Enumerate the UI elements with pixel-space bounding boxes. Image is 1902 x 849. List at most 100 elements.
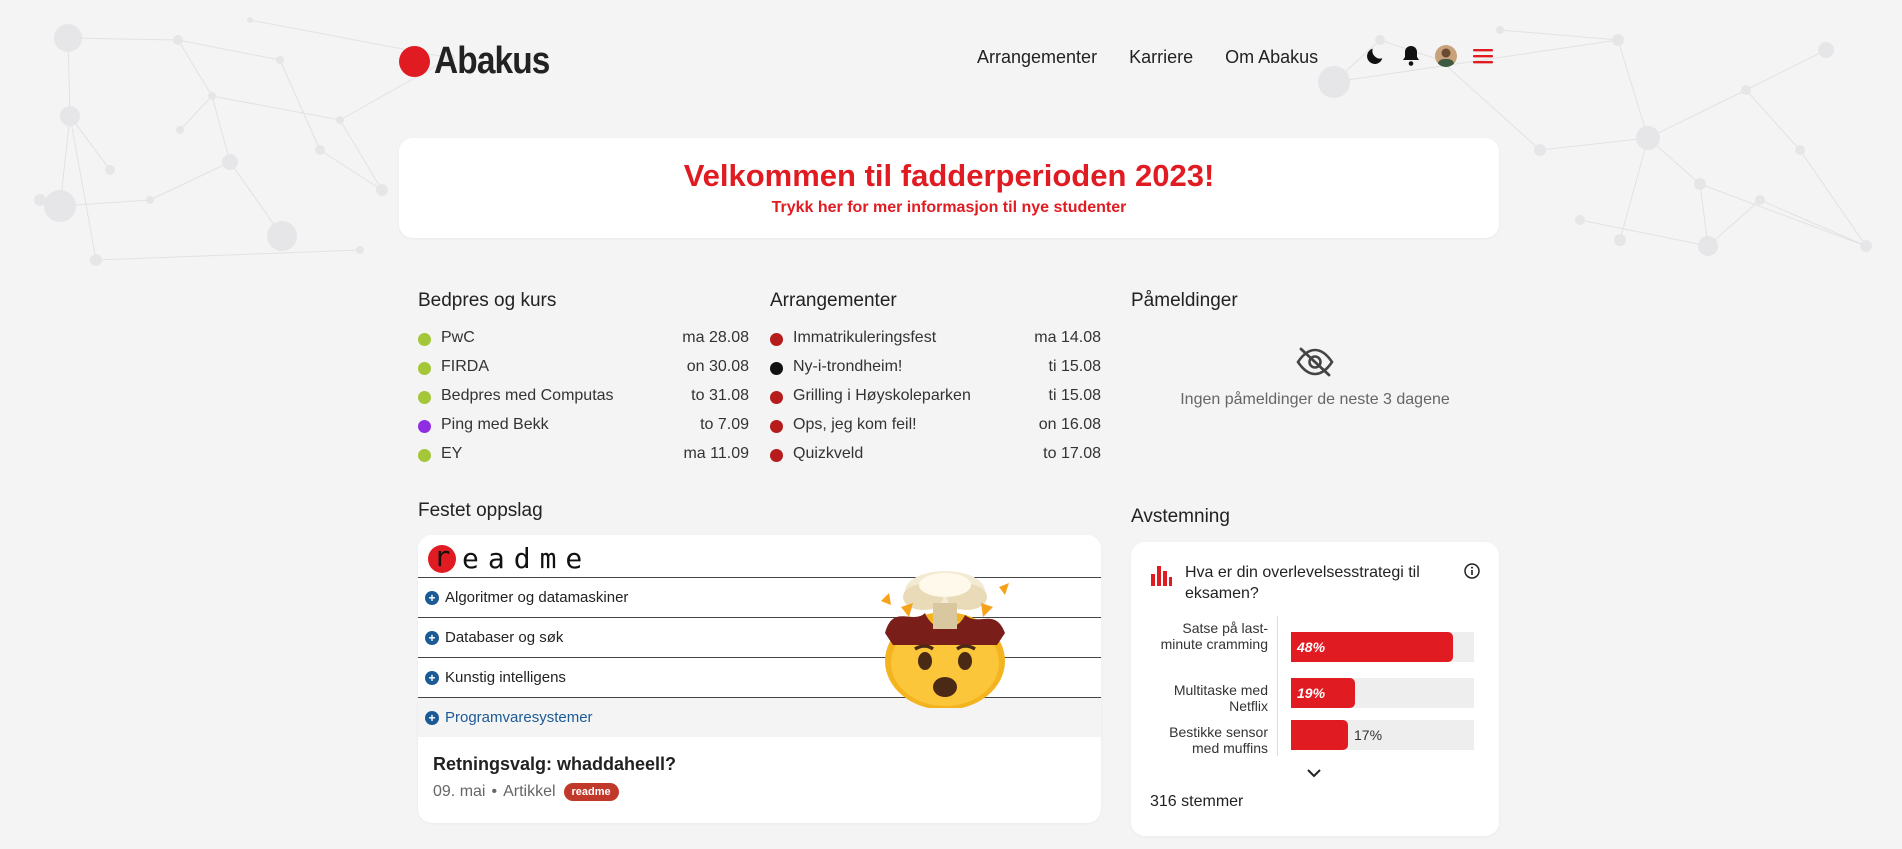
course-label: Kunstig intelligens [445, 669, 566, 686]
plus-circle-icon: + [425, 630, 439, 645]
pinned-section-title: Festet oppslag [418, 500, 543, 521]
registrations-empty-text: Ingen påmeldinger de neste 3 dagene [1180, 391, 1450, 408]
article-type: Artikkel [503, 783, 556, 800]
poll-votes-number: 316 [1150, 793, 1177, 810]
event-title: Grilling i Høyskoleparken [793, 387, 971, 404]
poll-divider [1277, 616, 1278, 756]
header-icons [1363, 44, 1507, 68]
event-date: on 30.08 [686, 358, 749, 375]
readme-logo: r eadme [428, 542, 591, 575]
event-item[interactable]: Ping med Bekk to 7.09 [418, 416, 749, 445]
poll-option-label: Satse på last-minute cramming [1160, 620, 1268, 652]
readme-logo-letter: r [428, 542, 456, 573]
nav-karriere[interactable]: Karriere [1129, 47, 1193, 68]
event-item[interactable]: PwC ma 28.08 [418, 329, 749, 358]
banner-title: Velkommen til fadderperioden 2023! [683, 158, 1215, 193]
plus-circle-icon: + [425, 670, 439, 685]
event-date: ma 11.09 [683, 445, 749, 462]
event-title: PwC [441, 329, 475, 346]
event-title: Immatrikuleringsfest [793, 329, 937, 346]
poll-vote-count: 316 stemmer [1150, 793, 1243, 811]
eye-off-icon [1296, 347, 1334, 377]
article-tag[interactable]: readme [563, 783, 619, 801]
poll-option-track: 17% [1291, 720, 1474, 750]
article-cover-image: r eadme + Algoritmer og datamaskiner + D… [418, 535, 1101, 737]
avatar[interactable] [1435, 45, 1457, 67]
event-type-dot [770, 449, 783, 462]
event-date: ti 15.08 [1048, 358, 1101, 375]
event-item[interactable]: Ny-i-trondheim! ti 15.08 [770, 358, 1101, 387]
pinned-article-card[interactable]: r eadme + Algoritmer og datamaskiner + D… [418, 535, 1101, 823]
poll-option-track: 48% [1291, 632, 1474, 662]
event-date: to 7.09 [700, 416, 749, 433]
article-meta: 09. mai • Artikkel readme [433, 783, 619, 801]
nav-arrangementer[interactable]: Arrangementer [977, 47, 1097, 68]
welcome-banner[interactable]: Velkommen til fadderperioden 2023! Trykk… [399, 138, 1499, 238]
menu-icon[interactable] [1471, 44, 1495, 68]
abakus-logo[interactable]: Abakus [399, 42, 565, 80]
poll-option-percent: 17% [1354, 727, 1383, 743]
event-item[interactable]: Quizkveld to 17.08 [770, 445, 1101, 474]
event-title: FIRDA [441, 358, 489, 375]
course-label: Programvaresystemer [445, 709, 593, 726]
bell-icon[interactable] [1399, 44, 1423, 68]
event-title: Ops, jeg kom feil! [793, 416, 917, 433]
bedpres-list: PwC ma 28.08 FIRDA on 30.08 Bedpres med Comp… [418, 329, 749, 474]
event-date: to 31.08 [691, 387, 749, 404]
info-icon[interactable] [1464, 563, 1480, 579]
article-date: 09. mai [433, 783, 486, 800]
bedpres-title: Bedpres og kurs [418, 290, 557, 311]
event-type-dot [418, 391, 431, 404]
poll-option-percent: 19% [1297, 685, 1326, 701]
event-date: ti 15.08 [1048, 387, 1101, 404]
events-title: Arrangementer [770, 290, 897, 311]
event-title: EY [441, 445, 463, 462]
event-title: Bedpres med Computas [441, 387, 614, 404]
event-type-dot [770, 420, 783, 433]
event-title: Ny-i-trondheim! [793, 358, 903, 375]
bar-chart-icon [1151, 566, 1172, 586]
registrations-title: Påmeldinger [1131, 290, 1238, 311]
event-date: ma 14.08 [1034, 329, 1101, 346]
chevron-down-icon[interactable] [1306, 767, 1322, 779]
readme-logo-text: eadme [462, 542, 592, 575]
poll-option-track: 19% [1291, 678, 1474, 708]
course-label: Algoritmer og datamaskiner [445, 589, 629, 606]
event-type-dot [770, 333, 783, 346]
event-title: Ping med Bekk [441, 416, 549, 433]
exploding-head-emoji-icon [881, 571, 1009, 708]
poll-votes-label: stemmer [1181, 793, 1244, 810]
event-item[interactable]: Ops, jeg kom feil! on 16.08 [770, 416, 1101, 445]
event-item[interactable]: FIRDA on 30.08 [418, 358, 749, 387]
banner-subtitle: Trykk her for mer informasjon til nye st… [771, 199, 1127, 216]
header: Abakus Arrangementer Karriere Om Abakus [399, 36, 1499, 80]
event-item[interactable]: Grilling i Høyskoleparken ti 15.08 [770, 387, 1101, 416]
course-label: Databaser og søk [445, 629, 564, 646]
logo-dot [399, 45, 430, 77]
event-item[interactable]: Immatrikuleringsfest ma 14.08 [770, 329, 1101, 358]
logo-text: Abakus [434, 40, 550, 82]
poll-card: Hva er din overlevelsesstrategi til eksa… [1131, 542, 1499, 836]
event-type-dot [418, 333, 431, 346]
event-item[interactable]: Bedpres med Computas to 31.08 [418, 387, 749, 416]
moon-icon[interactable] [1363, 44, 1387, 68]
poll-option-label: Multitaske med Netflix [1173, 682, 1268, 714]
main-nav: Arrangementer Karriere Om Abakus [977, 47, 1350, 68]
meta-separator: • [491, 783, 498, 800]
poll-option-percent: 48% [1297, 639, 1326, 655]
event-item[interactable]: EY ma 11.09 [418, 445, 749, 474]
poll-option-bar [1291, 720, 1348, 750]
nav-om-abakus[interactable]: Om Abakus [1225, 47, 1318, 68]
event-type-dot [418, 362, 431, 375]
registrations-empty: Ingen påmeldinger de neste 3 dagene [1131, 346, 1499, 409]
event-date: on 16.08 [1038, 416, 1101, 433]
plus-circle-icon: + [425, 590, 439, 605]
event-date: ma 28.08 [682, 329, 749, 346]
event-type-dot [770, 362, 783, 375]
event-type-dot [770, 391, 783, 404]
poll-section-title: Avstemning [1131, 506, 1230, 527]
poll-option-label: Bestikke sensor med muffins [1169, 724, 1268, 756]
article-title: Retningsvalg: whaddaheell? [433, 754, 677, 774]
event-type-dot [418, 449, 431, 462]
events-list: Immatrikuleringsfest ma 14.08 Ny-i-trondhe… [770, 329, 1101, 474]
